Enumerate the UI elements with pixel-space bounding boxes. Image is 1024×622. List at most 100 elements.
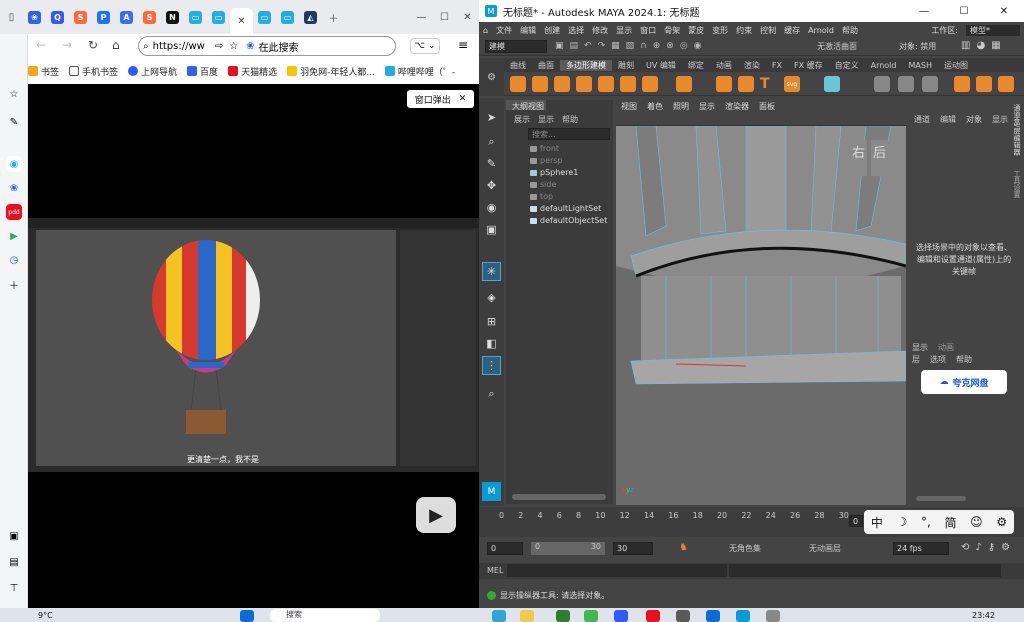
menu-cache[interactable]: 缓存 xyxy=(784,25,800,36)
close-icon[interactable]: ✕ xyxy=(459,94,467,104)
minimize-icon[interactable]: — xyxy=(904,6,944,17)
shelf-tab[interactable]: 绑定 xyxy=(682,60,710,71)
shelf-tab[interactable]: 自定义 xyxy=(829,60,865,71)
wechat-icon[interactable] xyxy=(584,610,598,622)
viewport-panel[interactable]: 视图 着色 照明 显示 渲染器 面板 右 后 xyz xyxy=(616,100,906,505)
ime-simplified[interactable]: 简 xyxy=(944,514,956,531)
save-icon[interactable]: ▤ xyxy=(570,41,579,53)
menu-edit[interactable]: 编辑 xyxy=(520,25,536,36)
move-tool-icon[interactable]: ✥ xyxy=(482,176,501,195)
tab-s2[interactable]: S xyxy=(138,7,161,27)
tab-bili4[interactable]: ▭ xyxy=(276,7,299,27)
anim-layer-select[interactable]: 无动画层 xyxy=(809,543,841,554)
shelf-tab[interactable]: 曲面 xyxy=(532,60,560,71)
view-cube-back[interactable]: 后 xyxy=(871,140,889,176)
prefs-icon[interactable]: ⚙ xyxy=(1001,542,1010,553)
range-bar[interactable]: 0 30 xyxy=(531,542,605,555)
platonic-icon[interactable] xyxy=(676,76,692,92)
pdd-icon[interactable]: pdd xyxy=(6,204,22,220)
ime-emoji-icon[interactable]: ☺ xyxy=(970,515,983,529)
quark-icon[interactable] xyxy=(614,610,628,622)
shelf-tab[interactable]: 运动图 xyxy=(938,60,974,71)
mode-select[interactable]: 建模 xyxy=(485,40,547,53)
share-icon[interactable]: ⇨ xyxy=(215,41,223,52)
minimize-icon[interactable]: — xyxy=(410,7,433,27)
outliner-item[interactable]: top xyxy=(530,192,553,201)
bookmark-item[interactable]: 手机书签 xyxy=(69,65,118,78)
separate-icon[interactable] xyxy=(898,76,914,92)
tab-bili1[interactable]: ▭ xyxy=(184,7,207,27)
render-icon[interactable]: ◎ xyxy=(680,41,688,53)
maya-taskbar-icon[interactable] xyxy=(736,610,750,622)
shelf-tab[interactable]: MASH xyxy=(902,61,937,70)
layout-two-icon[interactable]: ◧ xyxy=(482,334,501,353)
snap-icon[interactable]: ⊗ xyxy=(666,41,674,53)
shelf-tab[interactable]: FX xyxy=(766,61,788,70)
menu-deform[interactable]: 变形 xyxy=(712,25,728,36)
back-icon[interactable]: ← xyxy=(36,38,46,52)
select-icon[interactable]: ▧ xyxy=(626,41,635,53)
tab-a[interactable]: A xyxy=(115,7,138,27)
shelf-tab[interactable]: Arnold xyxy=(865,61,903,70)
bookmark-item[interactable]: 羽免网-年轻人都... xyxy=(287,65,375,78)
pen-icon[interactable]: ✎ xyxy=(6,114,22,130)
svg-icon[interactable]: svg xyxy=(784,76,800,92)
search-icon[interactable]: ⌕ xyxy=(482,384,501,403)
menu-arnold[interactable]: Arnold xyxy=(808,26,834,35)
view-cube[interactable]: 右 后 xyxy=(850,140,898,176)
reload-icon[interactable]: ↻ xyxy=(88,38,98,52)
render-icon[interactable]: ◉ xyxy=(694,41,702,53)
tab-active-close-icon[interactable]: ✕ xyxy=(230,8,253,34)
weather-text[interactable]: 9°C xyxy=(38,611,53,620)
ime-punct[interactable]: °, xyxy=(921,515,931,529)
close-window-icon[interactable]: ✕ xyxy=(456,7,479,27)
extrude-icon[interactable] xyxy=(954,76,970,92)
bridge-icon[interactable] xyxy=(976,76,992,92)
bookmark-item[interactable]: 上网导航 xyxy=(128,65,177,78)
clock-text[interactable]: 23:42 xyxy=(972,611,995,620)
shelf-tab[interactable]: 曲线 xyxy=(504,60,532,71)
explorer-icon[interactable] xyxy=(520,610,534,622)
undo-icon[interactable]: ↶ xyxy=(584,41,592,53)
ime-moon-icon[interactable]: ☽ xyxy=(897,515,908,529)
disc-icon[interactable] xyxy=(642,76,658,92)
sphere-icon[interactable] xyxy=(510,76,526,92)
mel-input[interactable] xyxy=(507,564,727,577)
outlook-icon[interactable] xyxy=(706,610,720,622)
layout-four-icon[interactable]: ⊞ xyxy=(482,312,501,331)
shelf-tab[interactable]: UV 编辑 xyxy=(640,60,682,71)
star-icon[interactable]: ☆ xyxy=(229,41,238,52)
maya-logo-icon[interactable]: M xyxy=(482,482,501,501)
menu-windows[interactable]: 窗口 xyxy=(640,25,656,36)
channel-scrollbar[interactable] xyxy=(916,496,966,501)
shelf-tab[interactable]: 多边形建模 xyxy=(560,59,612,71)
shelf-tab[interactable]: 动画 xyxy=(710,60,738,71)
shelf-tab[interactable]: 渲染 xyxy=(738,60,766,71)
home-icon[interactable]: ⌂ xyxy=(112,38,120,52)
layout-icon[interactable]: ▥ xyxy=(961,40,970,51)
star-icon[interactable]: ☆ xyxy=(6,86,22,102)
outliner-item[interactable]: persp xyxy=(530,156,563,165)
range-end-field[interactable]: 30 xyxy=(613,542,653,555)
tab-p[interactable]: P xyxy=(92,7,115,27)
maximize-icon[interactable]: ☐ xyxy=(944,6,984,17)
menu-control[interactable]: 控制 xyxy=(760,25,776,36)
cube-icon[interactable] xyxy=(532,76,548,92)
cone-icon[interactable] xyxy=(576,76,592,92)
bookmark-item[interactable]: 哔哩哔哩（゜- xyxy=(384,65,455,78)
app-icon[interactable]: ◉ xyxy=(6,156,22,172)
new-tab-icon[interactable]: ＋ xyxy=(322,7,345,27)
box-icon[interactable]: ▤ xyxy=(6,554,22,570)
menu-select[interactable]: 选择 xyxy=(568,25,584,36)
mel-label[interactable]: MEL xyxy=(487,566,503,575)
clock-icon[interactable]: ◷ xyxy=(6,252,22,268)
home-icon[interactable]: ⌂ xyxy=(483,26,488,35)
bookmark-item[interactable]: 天猫精选 xyxy=(228,65,277,78)
sweep-icon[interactable] xyxy=(738,76,754,92)
tab-s1[interactable]: S xyxy=(69,7,92,27)
add-app-icon[interactable]: ＋ xyxy=(6,276,22,292)
loop-icon[interactable]: ⟲ xyxy=(961,542,969,553)
key-icon[interactable]: ⚷ xyxy=(988,542,995,553)
outliner-item[interactable]: defaultLightSet xyxy=(530,204,601,213)
menu-modify[interactable]: 修改 xyxy=(592,25,608,36)
